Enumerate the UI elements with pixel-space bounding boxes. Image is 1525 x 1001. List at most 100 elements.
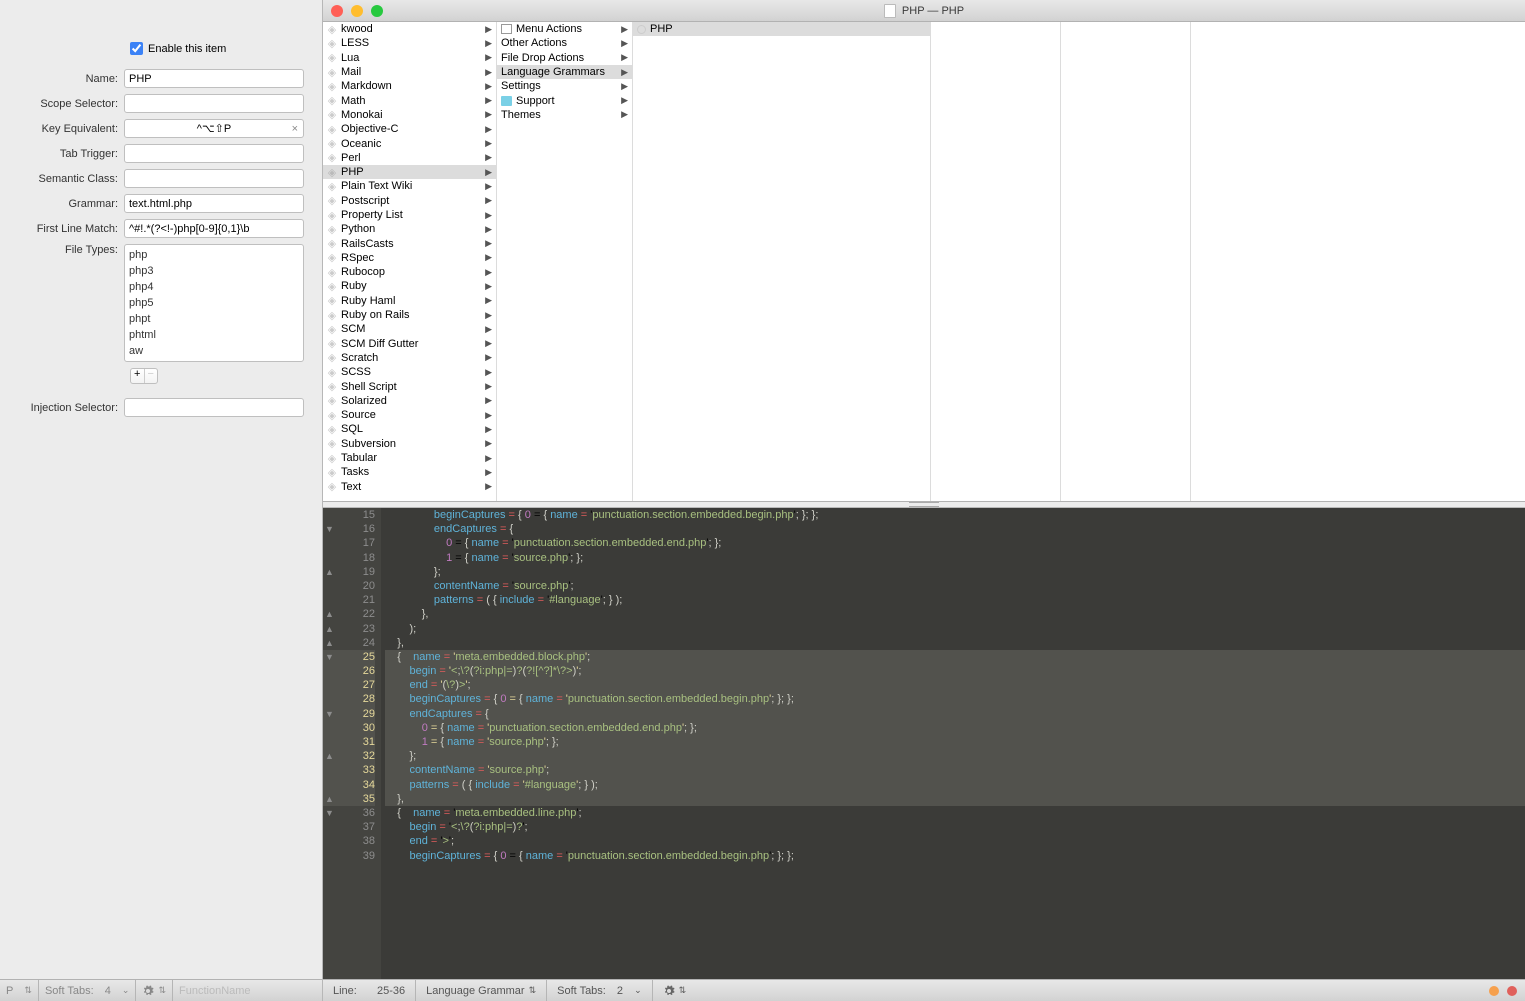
bundle-item[interactable]: ◈Tasks▶: [323, 465, 496, 479]
first-line-match-input[interactable]: [124, 219, 304, 238]
bundle-item[interactable]: ◈LESS▶: [323, 36, 496, 50]
bundle-item[interactable]: ◈kwood▶: [323, 22, 496, 36]
enable-checkbox[interactable]: [130, 42, 143, 55]
categories-column[interactable]: Menu Actions▶Other Actions▶File Drop Act…: [497, 22, 633, 501]
bundle-item[interactable]: ◈Lua▶: [323, 51, 496, 65]
name-input[interactable]: [124, 69, 304, 88]
bundle-item[interactable]: ◈Source▶: [323, 408, 496, 422]
bundle-item[interactable]: ◈Postscript▶: [323, 194, 496, 208]
code-editor[interactable]: 15▼161718▲192021▲22▲23▲24▼25262728▼29303…: [323, 508, 1525, 979]
category-item[interactable]: Other Actions▶: [497, 36, 632, 50]
category-item[interactable]: Settings▶: [497, 79, 632, 93]
minus-icon[interactable]: −: [145, 369, 158, 383]
bundle-item[interactable]: ◈Math▶: [323, 93, 496, 107]
bundle-item[interactable]: ◈Python▶: [323, 222, 496, 236]
chevron-right-icon: ▶: [621, 52, 628, 63]
chevron-right-icon: ▶: [485, 95, 492, 106]
code-area[interactable]: beginCaptures = { 0 = { name = 'punctuat…: [381, 508, 1525, 979]
bundle-item[interactable]: ◈RSpec▶: [323, 251, 496, 265]
bundle-item[interactable]: ◈Objective-C▶: [323, 122, 496, 136]
gear-icon[interactable]: [663, 985, 675, 997]
file-types-list[interactable]: phpphp3php4php5phptphtmlaw: [124, 244, 304, 362]
bundle-item[interactable]: ◈SCSS▶: [323, 365, 496, 379]
add-remove-buttons[interactable]: +−: [130, 368, 158, 384]
stepper-icon[interactable]: ⇅: [529, 985, 537, 996]
stepper-icon[interactable]: ⇅: [679, 985, 687, 996]
bundle-item[interactable]: ◈RailsCasts▶: [323, 236, 496, 250]
maximize-button[interactable]: [371, 5, 383, 17]
bundle-item[interactable]: ◈Solarized▶: [323, 394, 496, 408]
category-item[interactable]: Language Grammars▶: [497, 65, 632, 79]
stepper-icon[interactable]: ⇅: [24, 985, 32, 996]
bundle-icon: ◈: [327, 467, 337, 478]
bundle-item[interactable]: ◈Property List▶: [323, 208, 496, 222]
chevron-right-icon: ▶: [485, 210, 492, 221]
bundle-icon: ◈: [327, 453, 337, 464]
chevron-right-icon: ▶: [485, 238, 492, 249]
category-item[interactable]: File Drop Actions▶: [497, 51, 632, 65]
chevron-right-icon: ▶: [485, 352, 492, 363]
language-selector[interactable]: Language Grammar: [426, 985, 524, 997]
bundle-item[interactable]: ◈PHP▶: [323, 165, 496, 179]
bundle-item[interactable]: ◈SQL▶: [323, 422, 496, 436]
bundle-item[interactable]: ◈SCM Diff Gutter▶: [323, 337, 496, 351]
file-type-item[interactable]: phpt: [129, 311, 299, 327]
bundle-icon: ◈: [327, 252, 337, 263]
symbol-selector[interactable]: FunctionName: [179, 985, 251, 997]
bundle-item[interactable]: ◈Oceanic▶: [323, 136, 496, 150]
bundle-icon: ◈: [327, 438, 337, 449]
bundle-item[interactable]: ◈Ruby▶: [323, 279, 496, 293]
chevron-right-icon: ▶: [621, 24, 628, 35]
chevron-right-icon: ▶: [485, 81, 492, 92]
bundle-item[interactable]: ◈Plain Text Wiki▶: [323, 179, 496, 193]
chevron-right-icon: ▶: [485, 67, 492, 78]
file-type-item[interactable]: php4: [129, 279, 299, 295]
plus-icon[interactable]: +: [131, 369, 145, 383]
file-type-item[interactable]: aw: [129, 343, 299, 359]
clear-icon[interactable]: ×: [292, 123, 298, 135]
bundle-item[interactable]: ◈Tabular▶: [323, 451, 496, 465]
bundle-item[interactable]: ◈Markdown▶: [323, 79, 496, 93]
category-item[interactable]: Support▶: [497, 93, 632, 107]
items-column[interactable]: PHP: [633, 22, 931, 501]
semantic-class-input[interactable]: [124, 169, 304, 188]
category-item[interactable]: Themes▶: [497, 108, 632, 122]
key-equivalent-input[interactable]: ^⌥⇧P×: [124, 119, 304, 138]
gear-icon[interactable]: [142, 985, 154, 997]
bundle-item[interactable]: ◈Mail▶: [323, 65, 496, 79]
close-button[interactable]: [331, 5, 343, 17]
tab-trigger-input[interactable]: [124, 144, 304, 163]
chevron-down-icon[interactable]: ⌄: [122, 985, 130, 996]
chevron-right-icon: ▶: [485, 481, 492, 492]
injection-selector-input[interactable]: [124, 398, 304, 417]
grammar-input[interactable]: [124, 194, 304, 213]
bundle-item[interactable]: ◈Monokai▶: [323, 108, 496, 122]
scope-input[interactable]: [124, 94, 304, 113]
bundle-item[interactable]: ◈SCM▶: [323, 322, 496, 336]
chevron-down-icon[interactable]: ⌄: [634, 985, 642, 996]
chevron-right-icon: ▶: [485, 152, 492, 163]
bundle-item[interactable]: ◈Shell Script▶: [323, 379, 496, 393]
bundle-item[interactable]: ◈Perl▶: [323, 151, 496, 165]
chevron-right-icon: ▶: [485, 367, 492, 378]
file-type-item[interactable]: phtml: [129, 327, 299, 343]
bundle-icon: ◈: [327, 38, 337, 49]
bundle-item[interactable]: ◈Ruby Haml▶: [323, 294, 496, 308]
bundle-item[interactable]: ◈Text▶: [323, 480, 496, 494]
file-type-item[interactable]: php3: [129, 263, 299, 279]
bundle-icon: ◈: [327, 338, 337, 349]
bundle-item[interactable]: ◈Ruby on Rails▶: [323, 308, 496, 322]
enable-label: Enable this item: [148, 43, 226, 55]
bundle-item[interactable]: ◈Rubocop▶: [323, 265, 496, 279]
grammar-item[interactable]: PHP: [633, 22, 930, 36]
bundles-column[interactable]: ◈kwood▶◈LESS▶◈Lua▶◈Mail▶◈Markdown▶◈Math▶…: [323, 22, 497, 501]
minimize-button[interactable]: [351, 5, 363, 17]
file-type-item[interactable]: php5: [129, 295, 299, 311]
chevron-right-icon: ▶: [621, 81, 628, 92]
bundle-item[interactable]: ◈Subversion▶: [323, 437, 496, 451]
file-type-item[interactable]: php: [129, 247, 299, 263]
category-item[interactable]: Menu Actions▶: [497, 22, 632, 36]
ft-label: File Types:: [14, 244, 124, 256]
bundle-item[interactable]: ◈Scratch▶: [323, 351, 496, 365]
bundle-icon: ◈: [327, 281, 337, 292]
